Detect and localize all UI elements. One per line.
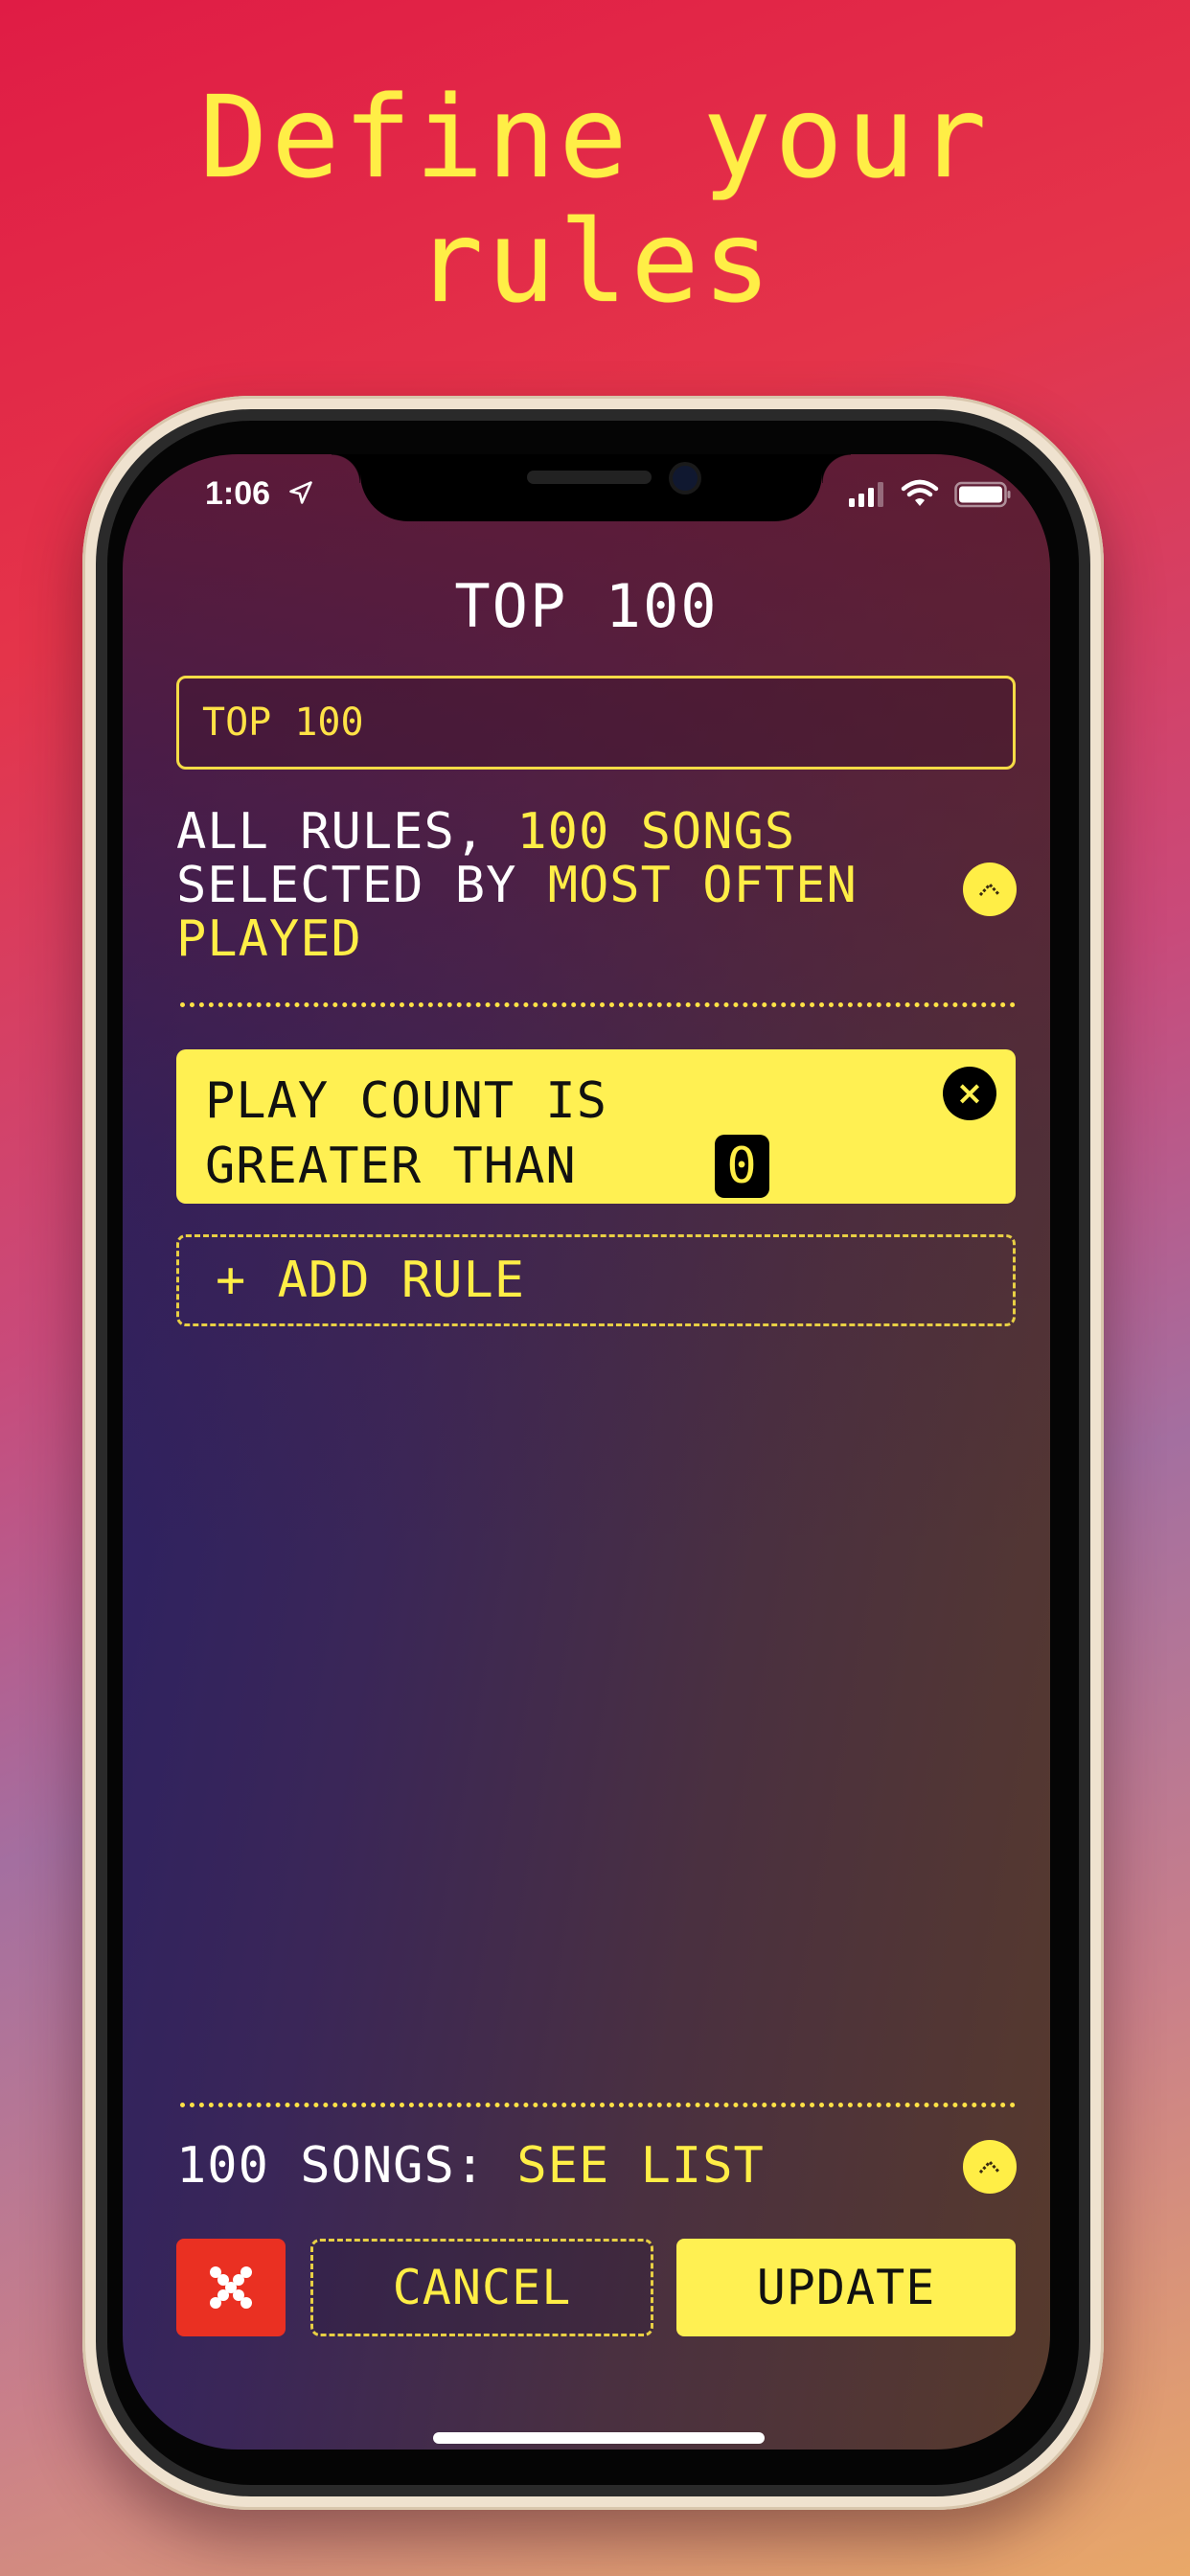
playlist-title: TOP 100 bbox=[454, 571, 719, 641]
songs-count-label: 100 SONGS: bbox=[176, 2137, 487, 2195]
rules-summary: ALL RULES, 100 SONGS SELECTED BY MOST OF… bbox=[176, 805, 943, 966]
collapse-summary-button[interactable] bbox=[963, 862, 1017, 916]
status-time: 1:06 bbox=[205, 475, 271, 512]
delete-playlist-button[interactable] bbox=[176, 2239, 286, 2336]
expand-list-button[interactable] bbox=[963, 2140, 1017, 2194]
songs-count-link[interactable]: 100 SONGS bbox=[516, 803, 795, 861]
cellular-signal-icon bbox=[849, 482, 883, 507]
playlist-name-input[interactable] bbox=[176, 676, 1016, 770]
chevron-up-icon bbox=[978, 882, 1001, 897]
rule-item[interactable]: PLAY COUNT IS GREATER THAN 0 × bbox=[176, 1049, 1016, 1204]
update-button[interactable]: UPDATE bbox=[676, 2239, 1016, 2336]
home-indicator[interactable] bbox=[433, 2432, 765, 2444]
x-icon bbox=[210, 2266, 252, 2309]
songs-count-row: 100 SONGS: SEE LIST bbox=[176, 2137, 765, 2195]
location-arrow-icon bbox=[289, 481, 312, 504]
front-camera bbox=[673, 466, 698, 491]
rule-condition: PLAY COUNT IS GREATER THAN bbox=[205, 1072, 607, 1195]
remove-rule-button[interactable]: × bbox=[943, 1067, 996, 1120]
headline-line-2: rules bbox=[415, 196, 775, 328]
headline-line-1: Define your bbox=[199, 71, 991, 203]
footer-divider bbox=[180, 2103, 1016, 2107]
notch bbox=[332, 454, 851, 521]
cancel-button[interactable]: CANCEL bbox=[310, 2239, 653, 2336]
summary-text-1: ALL RULES, bbox=[176, 803, 517, 861]
speaker-grille bbox=[527, 471, 652, 484]
close-icon: × bbox=[955, 1074, 984, 1113]
wifi-icon bbox=[901, 479, 939, 506]
section-divider bbox=[180, 1002, 1016, 1007]
chevron-up-icon bbox=[978, 2159, 1001, 2174]
add-rule-button[interactable]: + ADD RULE bbox=[176, 1234, 1016, 1326]
rule-text: PLAY COUNT IS GREATER THAN 0 bbox=[205, 1069, 769, 1199]
promo-headline: Define your rules bbox=[0, 75, 1190, 324]
see-list-link[interactable]: SEE LIST bbox=[516, 2137, 764, 2195]
summary-text-2: SELECTED BY bbox=[176, 857, 548, 914]
battery-icon bbox=[954, 481, 1011, 508]
rule-value-field[interactable]: 0 bbox=[715, 1135, 769, 1198]
